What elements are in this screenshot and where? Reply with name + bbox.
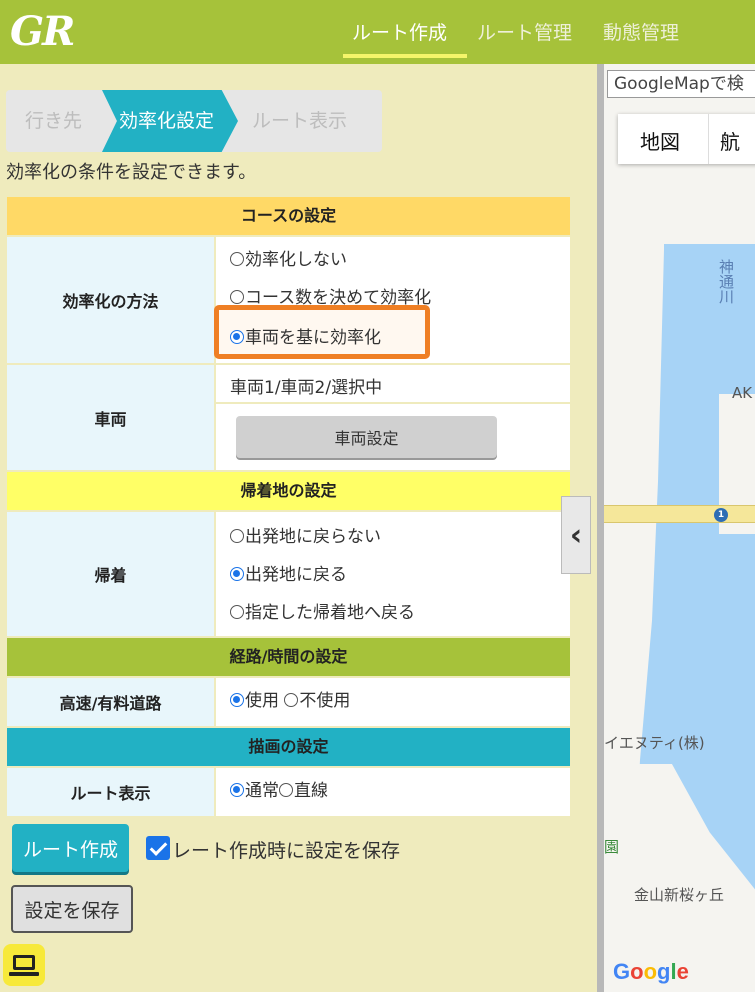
return-option-origin[interactable]: 出発地に戻る (230, 560, 347, 585)
step-efficiency[interactable]: 効率化設定 (119, 90, 214, 152)
map-search-input[interactable]: GoogleMapで検 (607, 70, 755, 98)
map-road (604, 505, 755, 523)
route-create-button[interactable]: ルート作成 (12, 824, 129, 872)
chevron-left-icon[interactable]: ‹ (561, 496, 591, 574)
vehicle-selection-text: 車両1/車両2/選択中 (230, 378, 383, 398)
method-option-none[interactable]: 効率化しない (230, 245, 347, 270)
radio-icon[interactable] (230, 529, 244, 543)
map-type-satellite[interactable]: 航 (720, 126, 740, 155)
highway-option-use[interactable]: 使用 (245, 691, 279, 711)
return-section-header: 帰着地の設定 (7, 472, 570, 510)
route-display-label: ルート表示 (7, 768, 214, 816)
radio-selected-icon[interactable] (230, 567, 244, 581)
app-logo[interactable]: GR (10, 8, 75, 55)
nav-tracking-manage[interactable]: 動態管理 (603, 18, 679, 45)
panel-splitter[interactable] (597, 64, 604, 992)
map-type-control: 地図 航 (618, 114, 755, 164)
map-label-river: 神通川 (717, 259, 735, 304)
save-settings-button[interactable]: 設定を保存 (11, 885, 133, 933)
return-label: 帰着 (7, 512, 214, 636)
row-divider (216, 402, 570, 404)
nav-route-create[interactable]: ルート作成 (352, 18, 447, 45)
radio-selected-icon[interactable] (230, 783, 244, 797)
method-label: 効率化の方法 (7, 237, 214, 363)
step-breadcrumb: 行き先 効率化設定 ルート表示 (6, 90, 382, 152)
google-logo: Google (613, 959, 689, 984)
vehicle-label: 車両 (7, 365, 214, 470)
draw-section-header: 描画の設定 (7, 728, 570, 766)
route-display-straight[interactable]: 直線 (294, 781, 328, 801)
highway-option-radio-group: 使用 不使用 (230, 686, 350, 711)
nav-active-underline (343, 54, 467, 58)
radio-icon[interactable] (279, 783, 293, 797)
map-view[interactable]: 1 GoogleMapで検 地図 航 神通川 AK イエヌティ(株) 園 金山新… (604, 64, 755, 992)
method-option-vehicle[interactable]: 車両を基に効率化 (230, 323, 381, 348)
map-land (604, 764, 755, 992)
radio-icon[interactable] (230, 605, 244, 619)
step-route-display[interactable]: ルート表示 (252, 90, 347, 152)
nav-route-manage[interactable]: ルート管理 (477, 18, 572, 45)
return-options: 出発地に戻らない 出発地に戻る 指定した帰着地へ戻る (216, 512, 570, 636)
map-label-ak: AK (732, 384, 753, 402)
map-label-park: 園 (604, 838, 620, 856)
route-time-section-header: 経路/時間の設定 (7, 638, 570, 676)
radio-icon[interactable] (284, 693, 299, 707)
radio-selected-icon[interactable] (230, 693, 244, 707)
radio-selected-icon[interactable] (230, 330, 244, 344)
course-section-header: コースの設定 (7, 197, 570, 235)
return-option-specified[interactable]: 指定した帰着地へ戻る (230, 598, 415, 623)
page-description: 効率化の条件を設定できます。 (6, 162, 257, 183)
radio-icon[interactable] (230, 290, 244, 304)
computer-icon[interactable] (3, 944, 45, 986)
route-display-options: 通常 直線 (216, 768, 570, 816)
road-number-badge: 1 (714, 508, 728, 522)
save-settings-checkbox[interactable] (146, 836, 170, 860)
highway-label: 高速/有料道路 (7, 678, 214, 726)
route-display-radio-group: 通常 直線 (230, 776, 328, 801)
highway-option-no-use[interactable]: 不使用 (299, 691, 350, 711)
radio-icon[interactable] (230, 252, 244, 266)
step-destination[interactable]: 行き先 (25, 90, 82, 152)
map-type-map[interactable]: 地図 (640, 126, 680, 155)
route-display-normal[interactable]: 通常 (245, 781, 279, 801)
highway-options: 使用 不使用 (216, 678, 570, 726)
save-settings-checkbox-label[interactable]: レート作成時に設定を保存 (172, 836, 400, 863)
vehicle-settings-button[interactable]: 車両設定 (236, 416, 497, 458)
app-header: GR ルート作成 ルート管理 動態管理 (0, 0, 755, 64)
map-label-area: 金山新桜ヶ丘 (634, 886, 725, 904)
return-option-no-return[interactable]: 出発地に戻らない (230, 522, 381, 547)
map-label-company: イエヌティ(株) (604, 734, 705, 752)
